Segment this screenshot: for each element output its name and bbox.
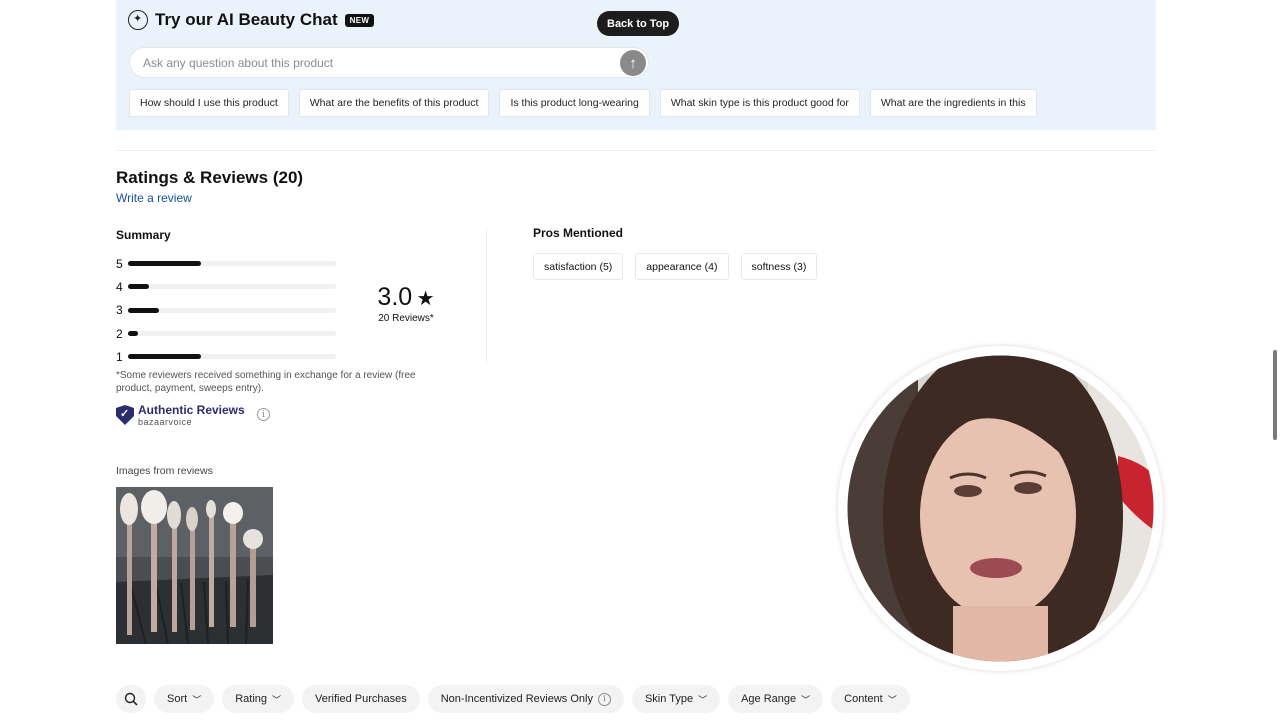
back-to-top-button[interactable]: Back to Top <box>597 11 680 36</box>
pros-chip[interactable]: softness (3) <box>740 253 818 280</box>
filter-label: Rating <box>235 693 267 705</box>
summary-divider <box>486 228 487 364</box>
suggestion-chip[interactable]: What are the ingredients in this <box>869 89 1037 117</box>
rating-bar-track <box>128 331 336 337</box>
verified-purchases-toggle[interactable]: Verified Purchases <box>302 685 420 713</box>
rating-star-count: 2 <box>116 326 123 341</box>
pros-chips: satisfaction (5) appearance (4) softness… <box>533 253 818 280</box>
non-incentivized-toggle[interactable]: Non-Incentivized Reviews Only i <box>427 685 624 713</box>
shield-check-icon <box>116 405 134 425</box>
suggestion-chips: How should I use this product What are t… <box>129 89 1037 117</box>
brush-photo <box>116 487 273 644</box>
images-from-reviews-label: Images from reviews <box>116 465 213 477</box>
pros-chip[interactable]: satisfaction (5) <box>533 253 624 280</box>
rating-star-count: 4 <box>116 279 123 294</box>
rating-bar-track <box>128 307 336 313</box>
suggestion-chip[interactable]: Is this product long-wearing <box>499 89 650 117</box>
rating-bar-fill <box>128 284 149 290</box>
filter-label: Age Range <box>741 693 797 705</box>
summary-label: Summary <box>116 228 171 242</box>
ask-question-input[interactable] <box>143 56 603 70</box>
ai-chat-header: Try our AI Beauty Chat NEW <box>128 10 375 30</box>
average-rating-value: 3.0 <box>377 283 413 311</box>
rating-star-count: 3 <box>116 303 123 318</box>
rating-bar-fill <box>128 261 201 267</box>
rating-row-1[interactable]: 1 <box>116 345 336 368</box>
bazaarvoice-label: bazaarvoice <box>138 417 193 427</box>
filter-label: Non-Incentivized Reviews Only <box>440 693 593 705</box>
chevron-down-icon: ﹀ <box>192 694 202 705</box>
rating-row-3[interactable]: 3 <box>116 299 336 322</box>
rating-bar-track <box>128 354 336 360</box>
suggestion-chip[interactable]: What are the benefits of this product <box>298 89 490 117</box>
ai-chat-title: Try our AI Beauty Chat <box>155 10 338 29</box>
ask-question-box: ↑ <box>129 47 649 78</box>
ai-beauty-chat-panel: Try our AI Beauty Chat NEW Back to Top ↑… <box>116 0 1156 130</box>
rating-filter-dropdown[interactable]: Rating ﹀ <box>222 685 295 713</box>
rating-row-4[interactable]: 4 <box>116 275 336 298</box>
average-rating: 3.0 ★ 20 Reviews* <box>366 283 446 324</box>
review-image-brushes[interactable] <box>116 487 273 644</box>
skin-type-dropdown[interactable]: Skin Type ﹀ <box>631 685 721 713</box>
review-count: 20 Reviews* <box>378 313 434 324</box>
write-review-link[interactable]: Write a review <box>116 191 192 205</box>
sparkle-chat-icon <box>128 10 148 30</box>
filter-label: Verified Purchases <box>315 693 407 705</box>
suggestion-chip[interactable]: What skin type is this product good for <box>659 89 860 117</box>
search-icon[interactable] <box>116 685 146 713</box>
filter-label: Content <box>844 693 883 705</box>
suggestion-chip[interactable]: How should I use this product <box>129 89 289 117</box>
filter-label: Sort <box>167 693 188 705</box>
pros-chip[interactable]: appearance (4) <box>635 253 729 280</box>
rating-bar-fill <box>128 331 139 337</box>
age-range-dropdown[interactable]: Age Range ﹀ <box>728 685 824 713</box>
new-badge: NEW <box>344 13 375 27</box>
filter-label: Skin Type <box>644 693 694 705</box>
chevron-down-icon: ﹀ <box>887 694 897 705</box>
chevron-down-icon: ﹀ <box>272 694 282 705</box>
presenter-video <box>840 348 1161 669</box>
rating-histogram: 5 4 3 2 1 <box>116 252 336 368</box>
rating-star-count: 1 <box>116 349 123 364</box>
section-divider <box>116 150 1156 151</box>
chevron-down-icon: ﹀ <box>801 694 811 705</box>
incentive-disclaimer: *Some reviewers received something in ex… <box>116 370 416 394</box>
send-arrow-icon[interactable]: ↑ <box>620 50 646 76</box>
sort-dropdown[interactable]: Sort ﹀ <box>154 685 215 713</box>
pros-mentioned-label: Pros Mentioned <box>533 226 624 240</box>
rating-bar-fill <box>128 307 160 313</box>
rating-row-5[interactable]: 5 <box>116 252 336 275</box>
info-icon[interactable]: i <box>257 408 270 421</box>
info-icon[interactable]: i <box>597 692 611 706</box>
chevron-down-icon: ﹀ <box>698 694 708 705</box>
rating-bar-fill <box>128 354 201 360</box>
scrollbar-thumb[interactable] <box>1273 350 1277 440</box>
authentic-reviews-badge: Authentic Reviews bazaarvoice <box>116 404 245 427</box>
rating-bar-track <box>128 261 336 267</box>
star-icon: ★ <box>416 288 435 310</box>
authentic-reviews-title: Authentic Reviews <box>138 403 245 417</box>
review-filter-bar: Sort ﹀ Rating ﹀ Verified Purchases Non-I… <box>116 685 910 713</box>
rating-star-count: 5 <box>116 256 123 271</box>
webcam-overlay <box>838 346 1163 671</box>
reviews-title: Ratings & Reviews (20) <box>116 168 304 187</box>
content-dropdown[interactable]: Content ﹀ <box>831 685 910 713</box>
rating-row-2[interactable]: 2 <box>116 322 336 345</box>
rating-bar-track <box>128 284 336 290</box>
